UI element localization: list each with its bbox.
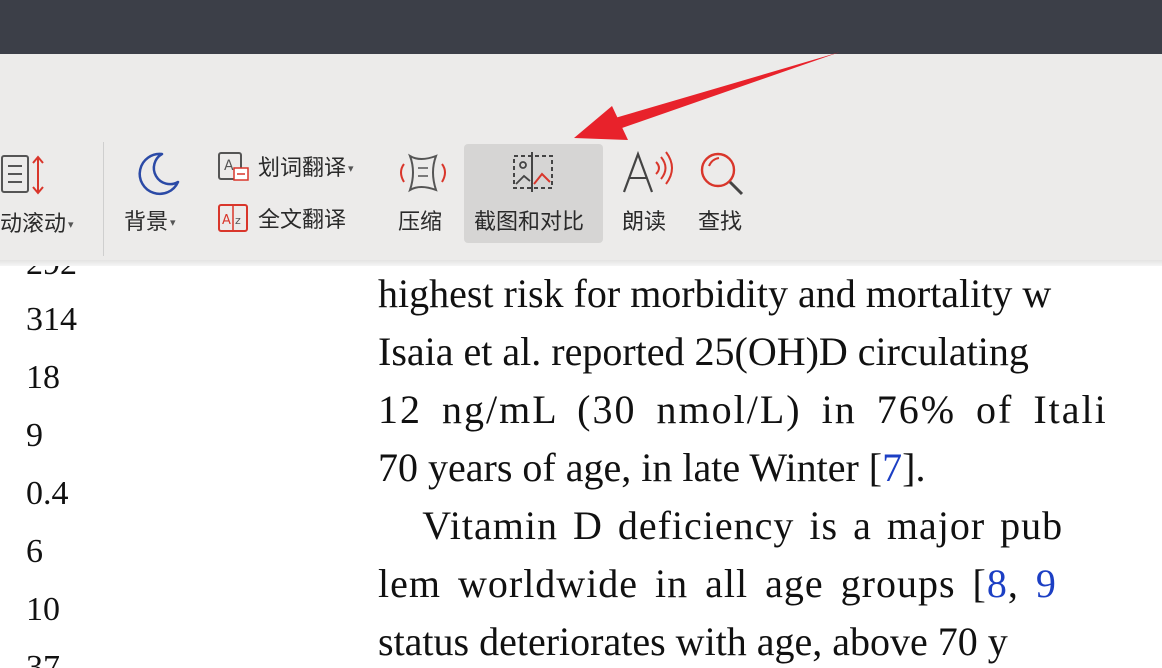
read-aloud-button[interactable]: 朗读 (618, 146, 678, 246)
document-page: 292 314 18 9 0.4 6 10 37 highest risk fo… (0, 266, 1162, 668)
text-segment: 70 years of age, in late Winter [ (378, 445, 883, 490)
search-icon (700, 152, 744, 196)
title-bar (0, 0, 1162, 54)
compress-label: 压缩 (398, 210, 443, 235)
svg-text:A: A (224, 158, 234, 174)
background-label: 背景 (124, 210, 169, 235)
read-aloud-label: 朗读 (622, 210, 667, 235)
auto-scroll-label: 动滚动 (0, 212, 67, 237)
read-aloud-icon (622, 150, 673, 193)
text-line: Vitamin D deficiency is a major pub (378, 503, 1064, 548)
chevron-down-icon: ▾ (68, 218, 74, 231)
screenshot-compare-button[interactable]: 截图和对比 (464, 146, 603, 246)
text-line: highest risk for morbidity and mortality… (378, 271, 1052, 316)
line-number: 6 (26, 533, 43, 570)
citation-link[interactable]: 9 (1036, 561, 1057, 606)
text-segment: , (1007, 561, 1036, 606)
svg-text:A: A (222, 213, 231, 228)
citation-link[interactable]: 7 (882, 445, 902, 490)
citation-link[interactable]: 8 (987, 561, 1008, 606)
auto-scroll-button[interactable]: 动滚动 ▾ (0, 146, 90, 246)
auto-scroll-icon (1, 155, 44, 195)
screenshot-compare-icon (513, 152, 553, 192)
line-number: 18 (26, 359, 60, 396)
svg-text:z: z (235, 214, 241, 227)
moon-icon (138, 152, 180, 196)
toolbar-separator (103, 142, 104, 256)
full-translate-icon: A z (218, 204, 248, 232)
text-line: Isaia et al. reported 25(OH)D circulatin… (378, 329, 1029, 374)
line-number: 37 (26, 649, 60, 668)
line-number: 0.4 (26, 475, 69, 512)
word-translate-button[interactable]: A 划词翻译 ▾ (216, 150, 376, 186)
line-number: 292 (26, 266, 77, 284)
compress-button[interactable]: 压缩 (394, 146, 454, 246)
text-line: status deteriorates with age, above 70 y (378, 619, 1008, 664)
compress-icon (400, 153, 446, 193)
full-translate-button[interactable]: A z 全文翻译 (216, 202, 376, 238)
chevron-down-icon: ▾ (348, 162, 354, 175)
text-line: lem worldwide in all age groups [8, 9 (378, 560, 1057, 608)
line-number: 10 (26, 591, 60, 628)
text-line: 12 ng/mL (30 nmol/L) in 76% of Itali (378, 387, 1108, 432)
word-translate-label: 划词翻译 (258, 156, 347, 181)
line-number: 9 (26, 417, 43, 454)
text-segment: lem worldwide in all age groups [ (378, 561, 987, 606)
text-line: 70 years of age, in late Winter [7]. (378, 444, 925, 492)
word-translate-icon: A (218, 152, 249, 181)
find-label: 查找 (698, 210, 743, 235)
background-button[interactable]: 背景 ▾ (118, 146, 198, 246)
line-number: 314 (26, 301, 77, 338)
find-button[interactable]: 查找 (694, 146, 754, 246)
full-translate-label: 全文翻译 (258, 208, 347, 233)
chevron-down-icon: ▾ (170, 216, 176, 229)
text-segment: ]. (902, 445, 926, 490)
screenshot-compare-label: 截图和对比 (474, 210, 585, 235)
